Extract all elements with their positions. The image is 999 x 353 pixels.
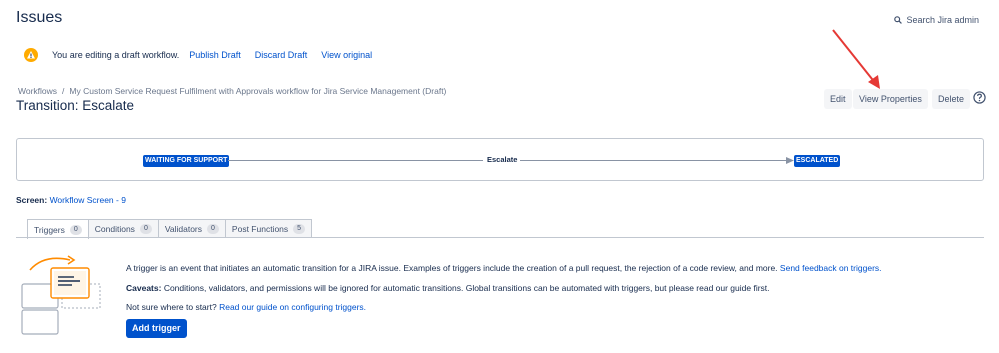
delete-button[interactable]: Delete	[932, 89, 971, 109]
tab-count: 0	[207, 224, 219, 234]
tab-triggers[interactable]: Triggers 0	[27, 219, 89, 239]
breadcrumb-separator: /	[62, 86, 65, 96]
tab-count: 5	[293, 224, 306, 234]
trigger-intro-paragraph: A trigger is an event that initiates an …	[126, 263, 882, 273]
screen-label: Screen:	[16, 195, 48, 205]
tab-conditions[interactable]: Conditions 0	[87, 219, 159, 238]
draft-workflow-bar: You are editing a draft workflow. Publis…	[24, 48, 386, 62]
edit-button[interactable]: Edit	[824, 89, 852, 109]
tab-label: Post Functions	[231, 224, 289, 234]
caveats-label: Caveats:	[126, 283, 162, 293]
arrow-head-icon	[786, 157, 794, 164]
transition-name: Escalate	[487, 155, 518, 164]
tab-post-functions[interactable]: Post Functions 5	[224, 219, 313, 238]
transition-line	[520, 160, 788, 161]
view-original-link[interactable]: View original	[321, 50, 372, 60]
breadcrumb-workflow[interactable]: My Custom Service Request Fulfilment wit…	[69, 86, 446, 96]
transition-title: Transition: Escalate	[16, 98, 135, 113]
publish-draft-link[interactable]: Publish Draft	[189, 50, 241, 60]
from-status-lozenge: WAITING FOR SUPPORT	[143, 155, 230, 167]
search-jira-admin[interactable]: Search Jira admin	[894, 15, 979, 25]
send-feedback-link[interactable]: Send feedback on triggers.	[780, 263, 882, 273]
screen-info: Screen: Workflow Screen - 9	[16, 195, 126, 205]
tab-count: 0	[69, 224, 82, 235]
discard-draft-link[interactable]: Discard Draft	[255, 50, 308, 60]
tab-divider	[16, 237, 984, 238]
view-properties-button[interactable]: View Properties	[853, 89, 928, 109]
tab-label: Conditions	[94, 224, 135, 234]
transition-tabs: Triggers 0 Conditions 0 Validators 0 Pos…	[27, 219, 313, 239]
warning-icon	[24, 48, 38, 62]
caveats-text: Conditions, validators, and permissions …	[163, 283, 770, 293]
tab-count: 0	[139, 224, 152, 234]
tab-label: Validators	[164, 224, 203, 234]
add-trigger-button[interactable]: Add trigger	[126, 319, 187, 338]
guide-paragraph: Not sure where to start? Read our guide …	[126, 302, 366, 312]
trigger-intro: A trigger is an event that initiates an …	[126, 263, 778, 273]
start-text: Not sure where to start?	[126, 302, 217, 312]
to-status-lozenge: ESCALATED	[794, 155, 841, 167]
page-title: Issues	[16, 9, 63, 26]
breadcrumb: Workflows / My Custom Service Request Fulf…	[18, 86, 446, 96]
screen-link[interactable]: Workflow Screen - 9	[50, 195, 126, 205]
read-guide-link[interactable]: Read our guide on configuring triggers.	[219, 302, 366, 312]
search-icon	[894, 16, 903, 24]
trigger-illustration-icon	[21, 255, 101, 335]
search-label: Search Jira admin	[906, 15, 979, 25]
help-icon[interactable]	[973, 91, 986, 104]
tab-label: Triggers	[34, 224, 65, 235]
transition-line	[228, 160, 483, 161]
tab-validators[interactable]: Validators 0	[157, 219, 226, 238]
caveats-paragraph: Caveats: Conditions, validators, and per…	[126, 283, 770, 293]
draft-message: You are editing a draft workflow.	[52, 50, 180, 60]
breadcrumb-workflows[interactable]: Workflows	[18, 86, 57, 96]
